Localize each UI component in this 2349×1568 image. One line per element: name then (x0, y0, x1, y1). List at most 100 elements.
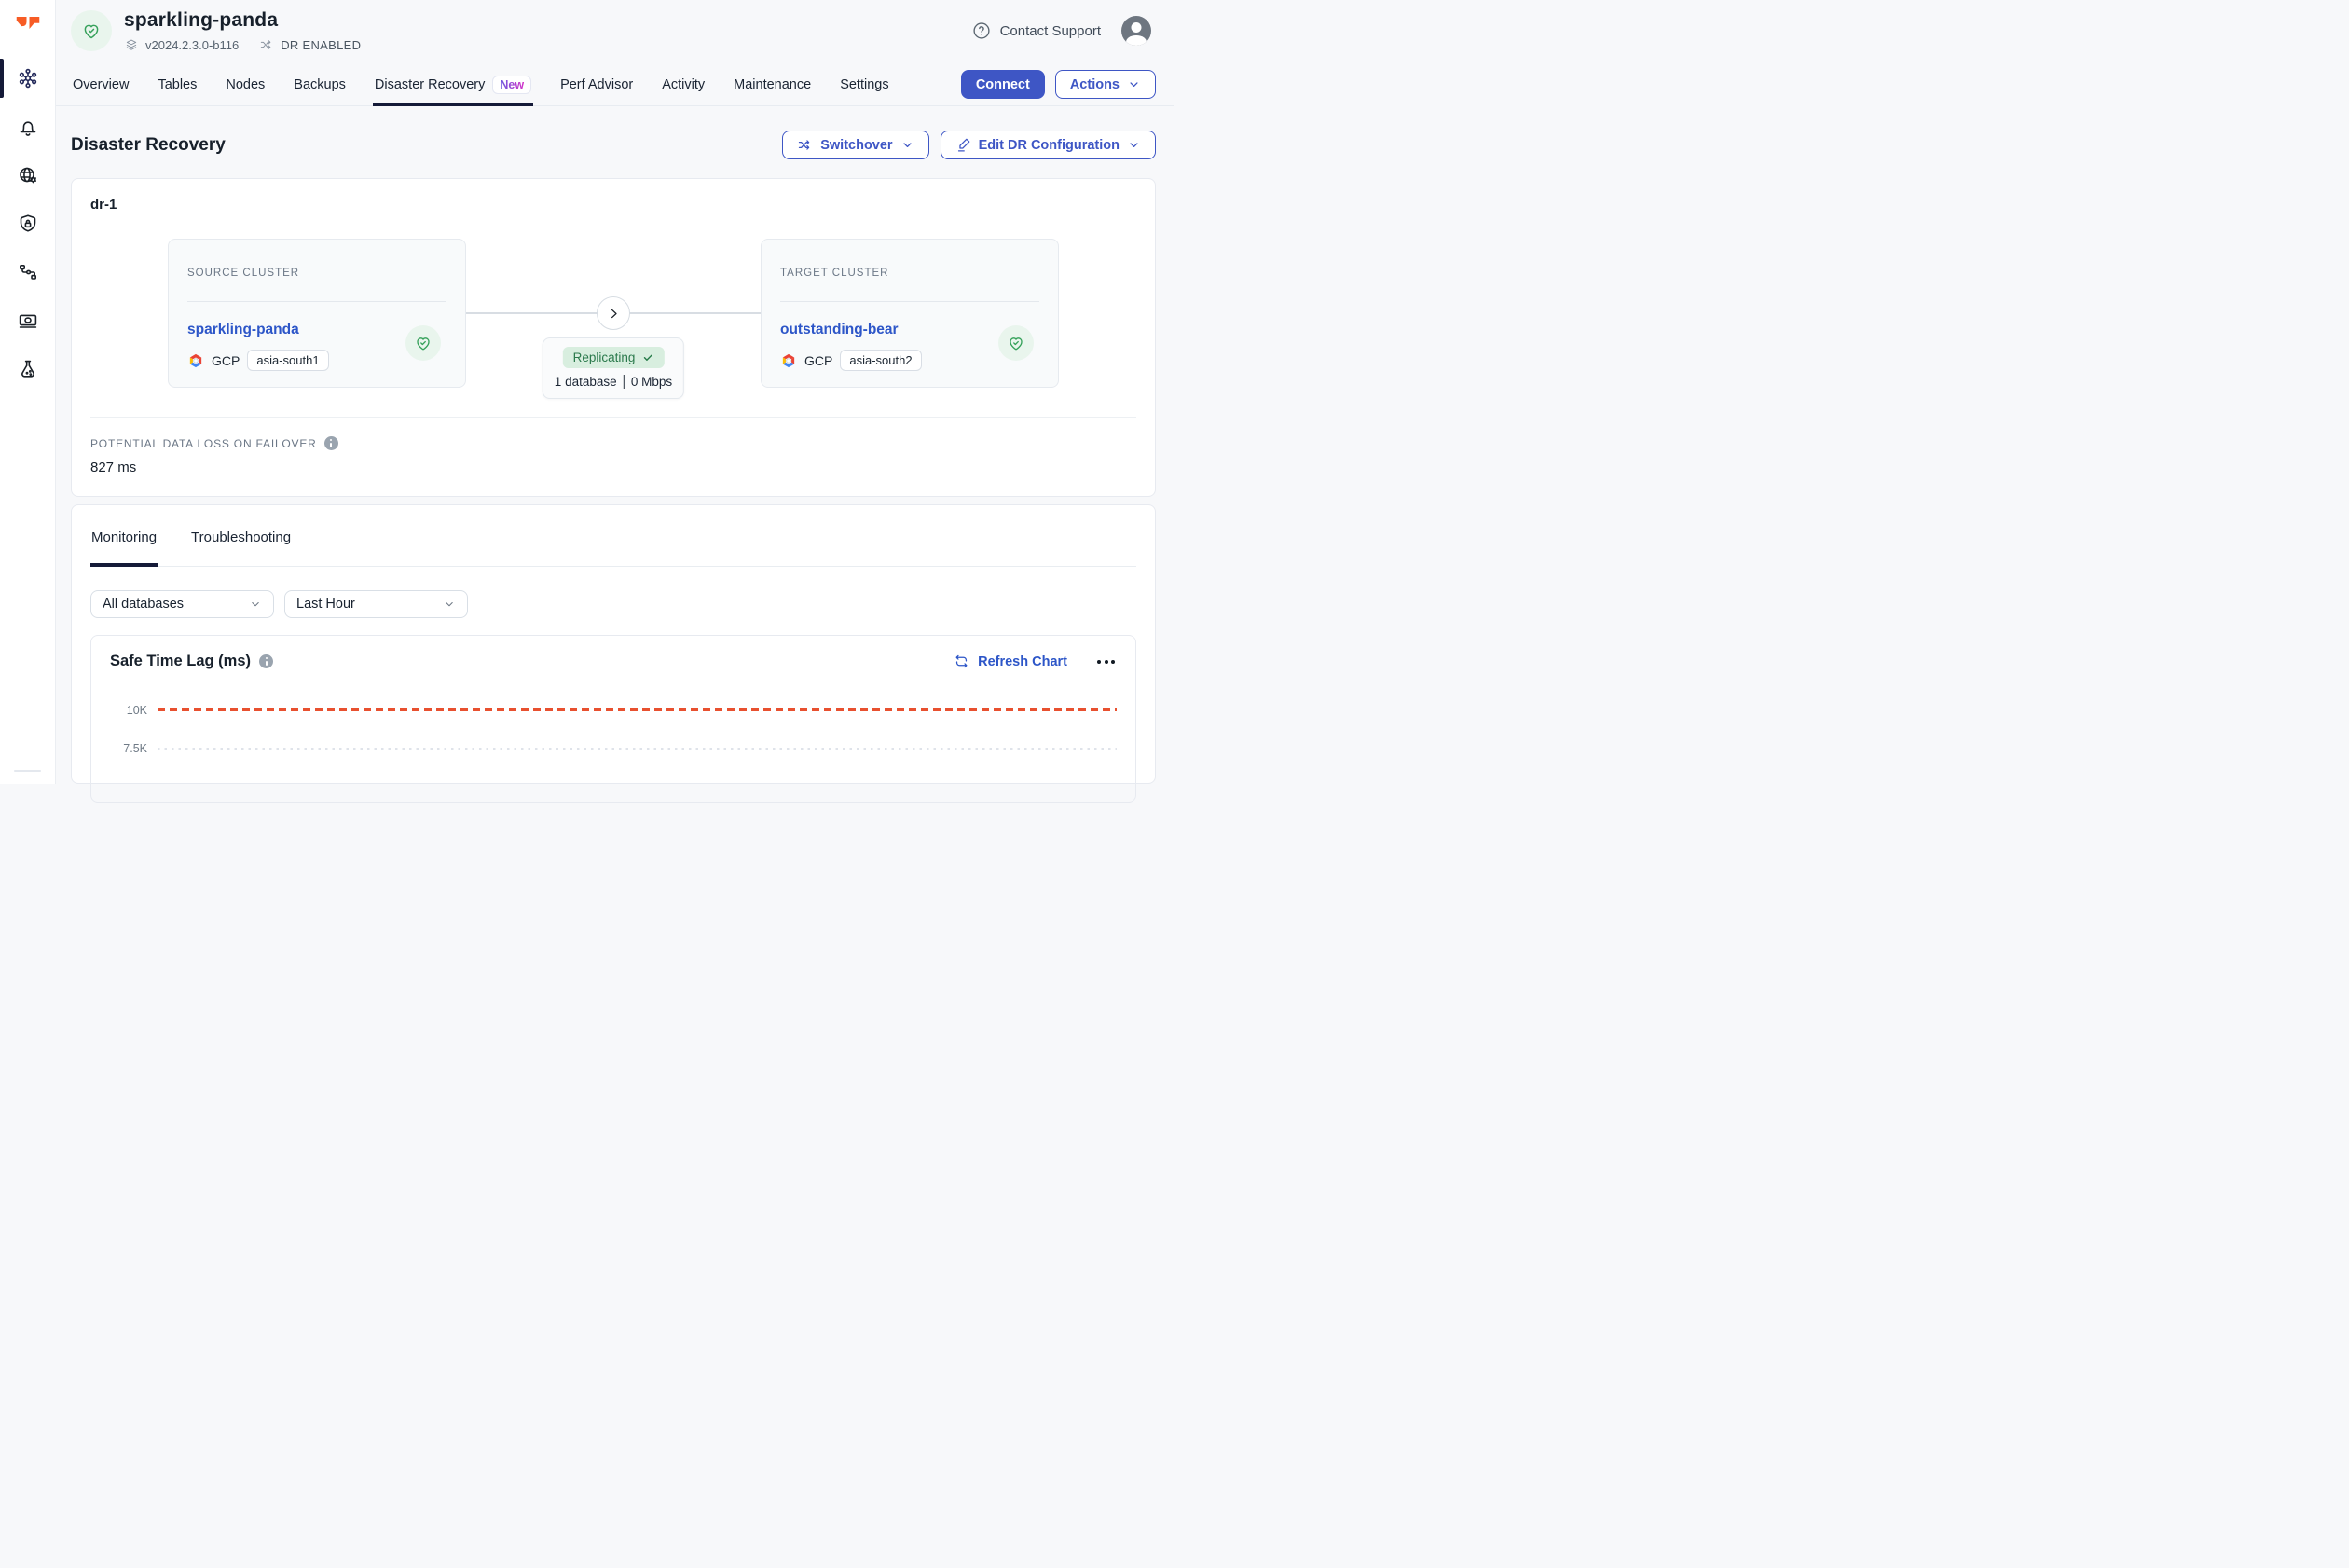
yugabyte-logo-icon (14, 13, 42, 41)
cluster-name-title: sparkling-panda (124, 9, 361, 32)
main-area: sparkling-panda v2024.2.3.0-b116 DR E (56, 0, 1174, 784)
connect-button[interactable]: Connect (961, 70, 1045, 99)
clusters-icon (17, 67, 39, 89)
tab-troubleshooting[interactable]: Troubleshooting (190, 524, 292, 567)
data-loss-label: POTENTIAL DATA LOSS ON FAILOVER (90, 437, 317, 450)
chart-menu-button[interactable] (1095, 656, 1117, 667)
security-shield-lock-icon (17, 213, 39, 235)
integrations-topology-icon (17, 261, 39, 283)
new-badge: New (492, 76, 531, 94)
tab-backups[interactable]: Backups (292, 62, 348, 106)
sidebar-nav (0, 54, 55, 393)
tab-perf-advisor[interactable]: Perf Advisor (558, 62, 635, 106)
chevron-right-icon (607, 307, 621, 321)
contact-support-button[interactable]: Contact Support (971, 21, 1101, 41)
sidebar-item-security[interactable] (0, 199, 56, 248)
dr-topology: SOURCE CLUSTER sparkling-panda GCP asia-… (90, 239, 1136, 388)
chart-filters: All databases Last Hour (90, 590, 1136, 618)
pencil-icon (955, 137, 971, 153)
source-cluster-link[interactable]: sparkling-panda (187, 322, 299, 338)
time-range-select[interactable]: Last Hour (284, 590, 468, 618)
database-select[interactable]: All databases (90, 590, 274, 618)
cluster-title-block: sparkling-panda v2024.2.3.0-b116 DR E (124, 9, 361, 52)
chevron-down-icon (443, 598, 456, 611)
info-icon[interactable] (259, 654, 273, 668)
target-region-pill: asia-south2 (840, 350, 921, 371)
switchover-button[interactable]: Switchover (782, 131, 928, 159)
actions-button[interactable]: Actions (1055, 70, 1156, 99)
chart-title: Safe Time Lag (ms) (110, 653, 251, 670)
y-tick-label: 10K (110, 704, 147, 717)
source-region-pill: asia-south1 (247, 350, 328, 371)
threshold-line-10k (158, 708, 1117, 711)
cluster-box-divider (187, 301, 446, 302)
sidebar-item-billing[interactable] (0, 296, 56, 345)
help-circle-icon (971, 21, 992, 41)
dr-config-name: dr-1 (90, 197, 1136, 213)
dr-enabled-label: DR ENABLED (281, 38, 361, 52)
tab-activity[interactable]: Activity (660, 62, 707, 106)
dr-card-divider (90, 417, 1136, 418)
tick-row-7-5k: 7.5K (110, 729, 1117, 767)
sidebar-item-clusters[interactable] (0, 54, 56, 103)
data-loss-value: 827 ms (90, 460, 1136, 475)
refresh-icon (954, 653, 969, 669)
check-icon (641, 351, 653, 364)
chevron-down-icon (1127, 138, 1141, 152)
source-cluster-box: SOURCE CLUSTER sparkling-panda GCP asia-… (168, 239, 466, 388)
labs-flask-icon (17, 358, 39, 380)
network-globe-gear-icon (17, 164, 39, 186)
tab-monitoring[interactable]: Monitoring (90, 524, 158, 567)
heart-check-icon (81, 21, 102, 41)
tab-nodes[interactable]: Nodes (224, 62, 267, 106)
refresh-chart-button[interactable]: Refresh Chart (954, 653, 1067, 669)
sidebar-item-network[interactable] (0, 151, 56, 199)
replication-throughput: 0 Mbps (631, 375, 672, 389)
detail-separator (624, 375, 625, 389)
source-cluster-heading: SOURCE CLUSTER (187, 268, 446, 279)
cluster-tabbar: Overview Tables Nodes Backups Disaster R… (56, 62, 1174, 106)
dr-enabled-meta: DR ENABLED (259, 37, 361, 52)
source-provider-name: GCP (212, 353, 240, 368)
chart-plot: 10K 7.5K (110, 691, 1117, 767)
topbar: sparkling-panda v2024.2.3.0-b116 DR E (56, 0, 1174, 62)
chevron-down-icon (900, 138, 914, 152)
shuffle-icon (797, 137, 813, 153)
user-avatar[interactable] (1121, 16, 1151, 46)
sidebar-item-labs[interactable] (0, 345, 56, 393)
replication-status-box: Replicating 1 database 0 Mbps (543, 337, 684, 399)
gcp-icon (187, 352, 204, 369)
tab-disaster-recovery[interactable]: Disaster Recovery New (373, 62, 533, 106)
time-range-select-value: Last Hour (296, 597, 355, 612)
edit-dr-configuration-button[interactable]: Edit DR Configuration (941, 131, 1156, 159)
cluster-box-divider (780, 301, 1039, 302)
monitoring-card: Monitoring Troubleshooting All databases… (71, 504, 1156, 784)
tab-tables[interactable]: Tables (156, 62, 199, 106)
sidebar-item-integrations[interactable] (0, 248, 56, 296)
chevron-down-icon (1127, 77, 1141, 91)
sidebar-bottom-divider (14, 770, 41, 772)
cluster-health-badge (71, 10, 112, 51)
contact-support-label: Contact Support (1000, 23, 1101, 39)
heart-check-icon (1007, 334, 1025, 352)
layers-icon (124, 37, 139, 52)
replication-database-count: 1 database (555, 375, 617, 389)
billing-icon (17, 309, 39, 332)
tab-maintenance[interactable]: Maintenance (732, 62, 813, 106)
page-head: Disaster Recovery Switchover Edit DR Con… (56, 106, 1174, 178)
replication-status-pill: Replicating (563, 347, 665, 368)
info-icon[interactable] (324, 436, 338, 450)
chart-header: Safe Time Lag (ms) Refresh Chart (110, 653, 1117, 670)
chevron-down-icon (249, 598, 262, 611)
target-cluster-heading: TARGET CLUSTER (780, 268, 1039, 279)
target-cluster-link[interactable]: outstanding-bear (780, 322, 899, 338)
yugabyte-logo[interactable] (0, 0, 56, 54)
page-title: Disaster Recovery (71, 135, 226, 156)
source-health-badge (405, 325, 441, 361)
tab-settings[interactable]: Settings (838, 62, 890, 106)
version-label: v2024.2.3.0-b116 (145, 38, 239, 52)
sidebar-item-alerts[interactable] (0, 103, 56, 151)
tab-overview[interactable]: Overview (71, 62, 130, 106)
replication-detail: 1 database 0 Mbps (555, 375, 672, 389)
cluster-meta-row: v2024.2.3.0-b116 DR ENABLED (124, 37, 361, 52)
